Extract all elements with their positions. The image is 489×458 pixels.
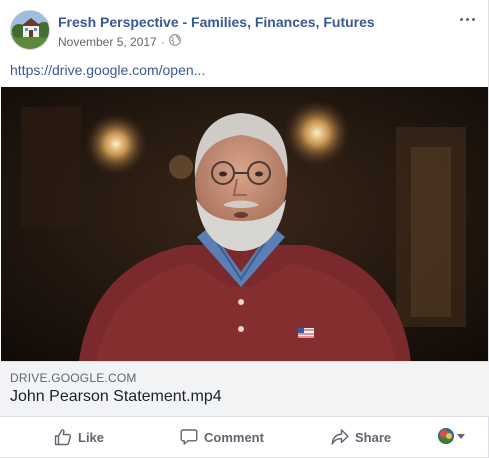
page-avatar[interactable]	[10, 10, 50, 50]
link-preview[interactable]: DRIVE.GOOGLE.COM John Pearson Statement.…	[0, 361, 489, 417]
like-label: Like	[78, 429, 105, 445]
reaction-identity-selector[interactable]	[438, 428, 465, 444]
post-date[interactable]: November 5, 2017	[58, 35, 157, 49]
page-name-link[interactable]: Fresh Perspective - Families, Finances, …	[58, 14, 375, 30]
share-label: Share	[355, 429, 392, 445]
comment-button[interactable]: Comment	[180, 421, 264, 453]
post-card: Fresh Perspective - Families, Finances, …	[0, 0, 489, 458]
page-avatar-image	[11, 11, 49, 49]
thumbs-up-icon	[54, 428, 72, 446]
user-avatar	[438, 428, 454, 444]
like-button[interactable]: Like	[54, 421, 104, 453]
share-arrow-icon	[331, 428, 349, 446]
video-thumbnail[interactable]	[1, 87, 488, 361]
action-bar: Like Comment Share	[0, 421, 489, 453]
globe-icon[interactable]	[168, 34, 181, 49]
speech-bubble-icon	[180, 428, 198, 446]
chevron-down-icon	[457, 433, 465, 439]
more-options-icon[interactable]	[456, 12, 478, 26]
post-link[interactable]: https://drive.google.com/open...	[10, 62, 205, 78]
post-meta: November 5, 2017 ·	[58, 34, 181, 49]
link-title: John Pearson Statement.mp4	[10, 388, 222, 405]
comment-label: Comment	[204, 429, 264, 445]
meta-separator: ·	[160, 34, 165, 49]
link-domain: DRIVE.GOOGLE.COM	[10, 371, 137, 385]
share-button[interactable]: Share	[331, 421, 391, 453]
